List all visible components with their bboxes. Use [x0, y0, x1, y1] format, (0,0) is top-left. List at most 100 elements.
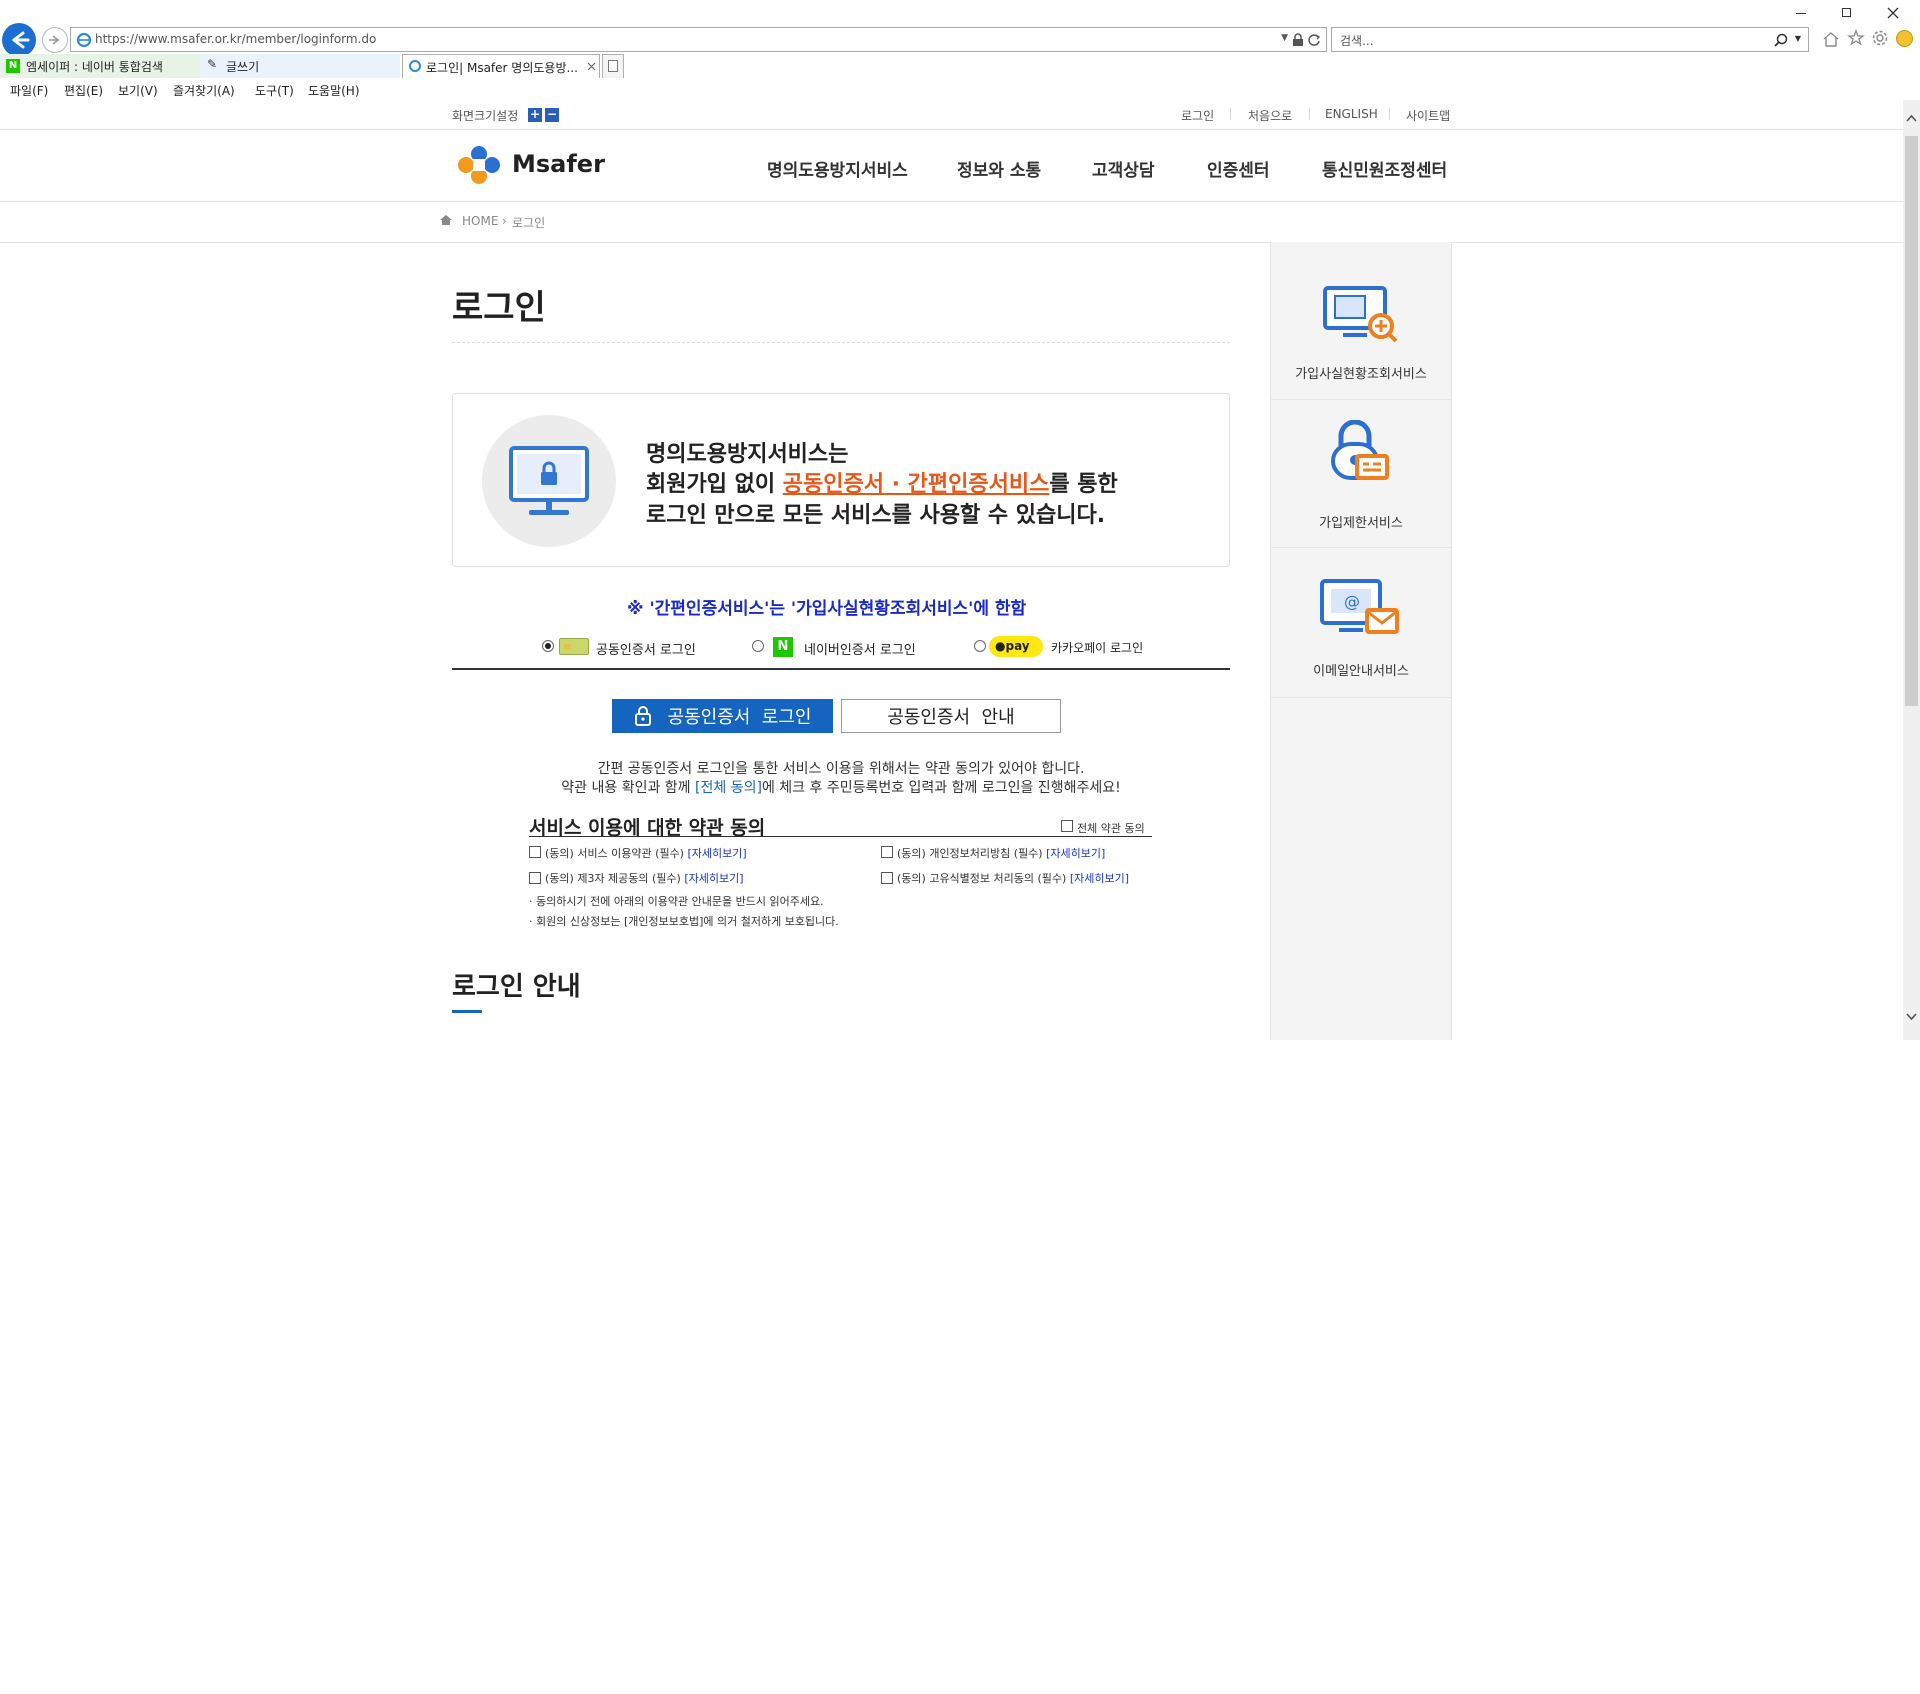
terms-note: · 회원의 신상정보는 [개인정보보호법]에 의거 철저하게 보호됩니다. [529, 915, 839, 928]
dropdown-icon[interactable]: ▼ [1281, 33, 1288, 43]
nav-info-communication[interactable]: 정보와 소통 [957, 156, 1041, 181]
radio-public-cert[interactable] [542, 640, 554, 652]
util-login-link[interactable]: 로그인 [1181, 107, 1214, 124]
side-item-label: 가입제한서비스 [1319, 516, 1403, 531]
browser-chrome: https://www.msafer.or.kr/member/loginfor… [0, 0, 1920, 100]
ie-page-icon [409, 60, 421, 72]
info-line-2: 회원가입 없이 공동인증서 · 간편인증서비스를 통한 [646, 472, 1118, 497]
detail-link[interactable]: [자세히보기] [684, 872, 743, 885]
detail-link[interactable]: [자세히보기] [1070, 872, 1129, 885]
zoom-in-button[interactable]: + [528, 108, 542, 122]
arrow-right-icon [49, 35, 60, 45]
checkbox-all-agree[interactable] [1061, 820, 1073, 832]
radio-label-naver-cert[interactable]: 네이버인증서 로그인 [804, 639, 916, 658]
login-guide-title: 로그인 안내 [452, 972, 581, 1002]
util-home-link[interactable]: 처음으로 [1248, 107, 1292, 124]
cert-login-label: 공동인증서 로그인 [667, 707, 812, 728]
all-agree-label[interactable]: 전체 약관 동의 [1077, 820, 1145, 836]
naver-icon: N [773, 637, 793, 657]
checkbox-privacy-policy[interactable] [881, 846, 893, 858]
zoom-out-button[interactable]: − [545, 108, 559, 122]
detail-link[interactable]: [자세히보기] [1046, 847, 1105, 860]
cert-login-button[interactable]: 공동인증서 로그인 [612, 699, 833, 733]
kakaopay-badge: ●pay [989, 636, 1043, 657]
divider [1230, 108, 1231, 120]
lock-icon[interactable] [1292, 33, 1304, 47]
radio-label-kakaopay[interactable]: 카카오페이 로그인 [1051, 639, 1143, 656]
menu-edit[interactable]: 편집(E) [64, 82, 103, 99]
chevron-down-icon[interactable]: ▼ [1795, 34, 1801, 43]
checkbox-third-party[interactable] [529, 872, 541, 884]
restore-icon[interactable] [1842, 8, 1851, 17]
svg-text:@: @ [1344, 592, 1360, 611]
title-divider [452, 342, 1230, 343]
util-english-link[interactable]: ENGLISH [1325, 107, 1378, 121]
nav-identity-theft-service[interactable]: 명의도용방지서비스 [767, 156, 908, 181]
ie-page-icon [76, 32, 92, 48]
tab-write[interactable]: ✎ 글쓰기 [200, 54, 400, 78]
side-item-subscription-restriction[interactable]: 가입제한서비스 [1271, 400, 1451, 548]
scrollbar-thumb[interactable] [1905, 136, 1918, 706]
util-sitemap-link[interactable]: 사이트맵 [1406, 107, 1450, 124]
lock-icon [634, 706, 651, 726]
gear-icon[interactable] [1871, 29, 1889, 47]
detail-link[interactable]: [자세히보기] [687, 847, 746, 860]
home-icon[interactable] [1822, 30, 1840, 48]
back-button[interactable] [2, 23, 36, 57]
side-item-label: 이메일안내서비스 [1313, 664, 1409, 679]
menu-tools[interactable]: 도구(T) [255, 82, 294, 99]
arrow-left-icon [11, 31, 30, 49]
terms-item: (동의) 고유식별정보 처리동의 (필수) [자세히보기] [897, 872, 1130, 885]
info-line-3: 로그인 만으로 모든 서비스를 사용할 수 있습니다. [646, 503, 1106, 528]
side-item-email-notification[interactable]: @ 이메일안내서비스 [1271, 548, 1451, 698]
site-logo[interactable]: Msafer [452, 145, 612, 185]
browser-window: https://www.msafer.or.kr/member/loginfor… [0, 0, 1920, 1694]
highlight-cert-service: 공동인증서 · 간편인증서비스 [782, 472, 1050, 497]
checkbox-service-terms[interactable] [529, 846, 541, 858]
nav-mediation-center[interactable]: 통신민원조정센터 [1322, 156, 1447, 181]
menu-file[interactable]: 파일(F) [10, 82, 48, 99]
close-icon[interactable] [1887, 7, 1899, 19]
cert-guide-button[interactable]: 공동인증서 안내 [841, 699, 1061, 733]
checkbox-unique-id[interactable] [881, 872, 893, 884]
divider [0, 242, 1903, 243]
minimize-icon[interactable] [1796, 13, 1806, 14]
tab-close-icon[interactable] [587, 62, 596, 71]
smiley-icon[interactable] [1896, 30, 1913, 47]
url-text: https://www.msafer.or.kr/member/loginfor… [95, 32, 377, 46]
menu-help[interactable]: 도움말(H) [308, 82, 360, 99]
browser-search-box[interactable]: 검색... ▼ [1331, 27, 1809, 52]
menu-view[interactable]: 보기(V) [118, 82, 158, 99]
radio-dot [545, 643, 551, 649]
breadcrumb-home[interactable]: HOME [462, 214, 498, 228]
radio-label-public-cert[interactable]: 공동인증서 로그인 [596, 639, 696, 658]
refresh-icon[interactable] [1307, 33, 1321, 47]
terms-item: (동의) 제3자 제공동의 (필수) [자세히보기] [545, 872, 744, 885]
search-icon[interactable] [1774, 33, 1788, 47]
scroll-down-icon[interactable] [1905, 1012, 1918, 1022]
favorites-star-icon[interactable] [1847, 29, 1865, 47]
desc-line-1: 간편 공동인증서 로그인을 통한 서비스 이용을 위해서는 약관 동의가 있어야… [597, 761, 1085, 777]
side-item-label: 가입사실현황조회서비스 [1295, 367, 1427, 382]
radio-kakaopay[interactable] [974, 640, 986, 652]
forward-button[interactable] [42, 27, 68, 53]
side-item-subscription-inquiry[interactable]: 가입사실현황조회서비스 [1271, 243, 1451, 400]
nav-auth-center[interactable]: 인증센터 [1207, 156, 1270, 181]
radio-naver-cert[interactable] [752, 640, 764, 652]
all-agree-link[interactable]: [전체 동의] [695, 780, 762, 796]
terms-note: · 동의하시기 전에 아래의 이용약관 안내문을 반드시 읽어주세요. [529, 895, 824, 908]
new-tab-button[interactable] [602, 54, 624, 78]
scroll-up-icon[interactable] [1905, 113, 1918, 123]
tab-naver-search[interactable]: N 엠세이퍼 : 네이버 통합검색 [0, 54, 200, 78]
write-icon: ✎ [207, 57, 218, 71]
monitor-search-icon [1323, 286, 1398, 343]
terms-item: (동의) 서비스 이용약관 (필수) [자세히보기] [545, 847, 747, 860]
divider [452, 668, 1230, 670]
chat-bubble-icon: ● [995, 639, 1006, 653]
desc-line-2: 약관 내용 확인과 함께 [전체 동의]에 체크 후 주민등록번호 입력과 함께… [561, 780, 1121, 796]
tab-login-active[interactable]: 로그인| Msafer 명의도용방... [402, 54, 600, 78]
menu-favorites[interactable]: 즐겨찾기(A) [173, 82, 235, 99]
address-bar[interactable]: https://www.msafer.or.kr/member/loginfor… [70, 27, 1327, 52]
nav-customer-support[interactable]: 고객상담 [1092, 156, 1155, 181]
home-icon[interactable] [440, 214, 452, 225]
